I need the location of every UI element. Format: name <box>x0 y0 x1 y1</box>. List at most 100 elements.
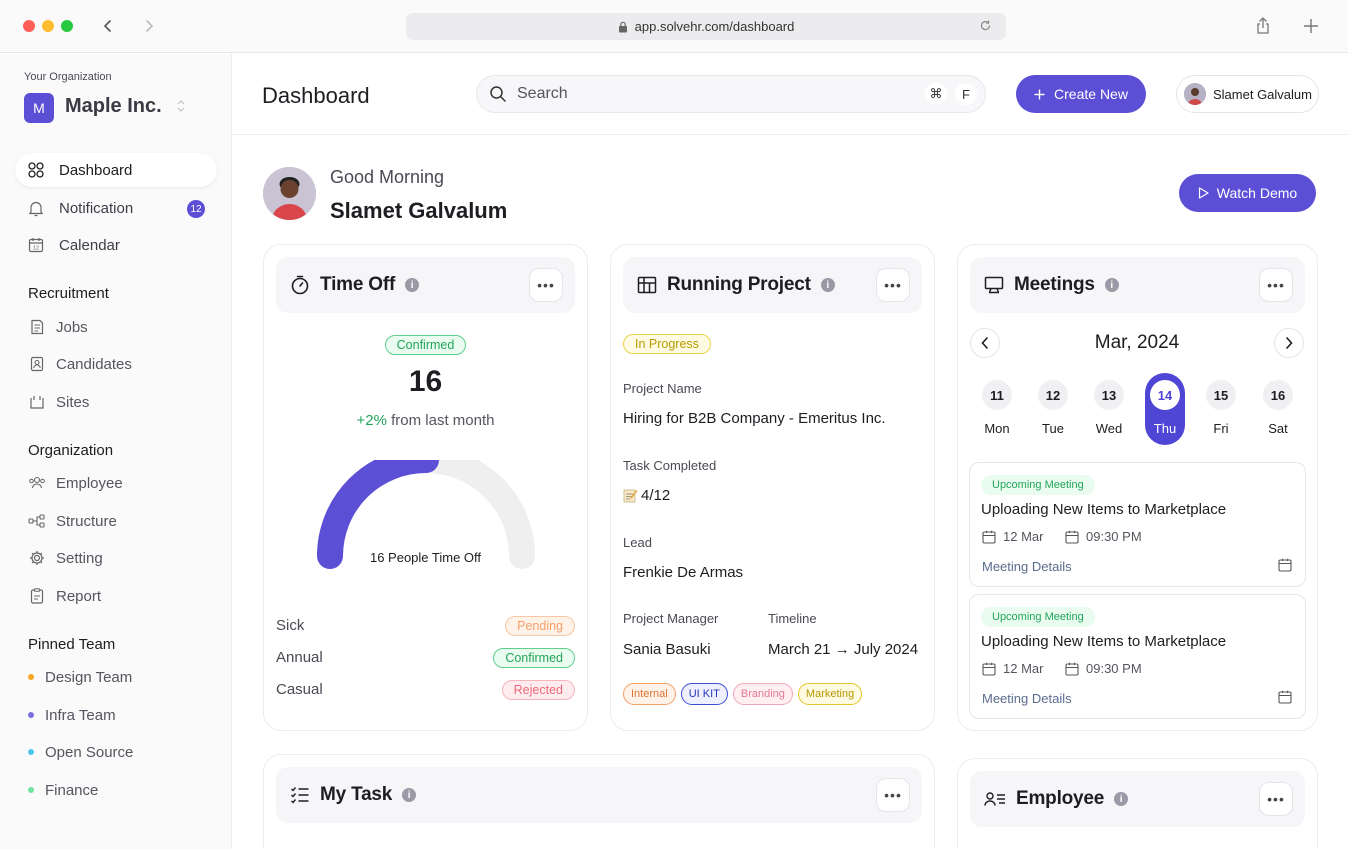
more-options-button[interactable]: ••• <box>876 778 910 812</box>
gear-icon <box>28 549 46 567</box>
calendar-day[interactable]: 11 Mon <box>977 373 1017 445</box>
meeting-time-text: 09:30 PM <box>1086 661 1142 676</box>
sidebar-item-finance[interactable]: Finance <box>28 775 218 805</box>
calendar-icon[interactable] <box>1278 690 1292 709</box>
sidebar-item-jobs[interactable]: Jobs <box>28 312 218 342</box>
chevron-right-icon <box>1286 337 1293 349</box>
meeting-item[interactable]: Upcoming Meeting Uploading New Items to … <box>969 594 1306 719</box>
sidebar-item-structure[interactable]: Structure <box>28 506 218 536</box>
forward-icon[interactable] <box>139 16 159 36</box>
meeting-details-link[interactable]: Meeting Details <box>982 559 1072 574</box>
calendar-day[interactable]: 16 Sat <box>1258 373 1298 445</box>
sidebar-item-calendar[interactable]: 12 Calendar <box>15 228 217 262</box>
calendar-day-selected[interactable]: 14 Thu <box>1145 373 1185 445</box>
sidebar-item-dashboard[interactable]: Dashboard <box>15 153 217 187</box>
share-icon[interactable] <box>1252 15 1274 37</box>
id-card-icon <box>28 355 46 373</box>
project-manager-label: Project Manager <box>623 611 719 626</box>
day-number: 15 <box>1206 380 1236 410</box>
status-badge: Pending <box>505 616 575 636</box>
next-month-button[interactable] <box>1274 328 1304 358</box>
more-options-button[interactable]: ••• <box>529 268 563 302</box>
sidebar-item-candidates[interactable]: Candidates <box>28 349 218 379</box>
tag[interactable]: Branding <box>732 683 793 705</box>
calendar-day[interactable]: 13 Wed <box>1089 373 1129 445</box>
card-title: Time Off <box>320 274 396 295</box>
day-number: 11 <box>982 380 1012 410</box>
project-name-value: Hiring for B2B Company - Emeritus Inc. <box>623 410 886 427</box>
day-name: Sat <box>1268 421 1288 436</box>
sidebar-item-label: Jobs <box>56 318 88 336</box>
top-header: Dashboard Search ⌘ F Create New Slamet G… <box>233 54 1348 135</box>
project-tags: Internal UI KIT Branding Marketing <box>623 683 867 705</box>
meeting-date-text: 12 Mar <box>1003 529 1044 544</box>
day-name: Tue <box>1042 421 1064 436</box>
meeting-time-text: 09:30 PM <box>1086 529 1142 544</box>
timeline-value: March 21 → July 2024 <box>768 641 919 658</box>
change-text: from last month <box>391 412 495 429</box>
reload-icon[interactable] <box>979 19 992 35</box>
address-bar[interactable]: app.solvehr.com/dashboard <box>406 13 1006 40</box>
info-icon[interactable]: i <box>405 278 420 292</box>
minimize-window-button[interactable] <box>42 20 54 32</box>
meeting-badge: Upcoming Meeting <box>981 475 1095 495</box>
team-color-dot <box>28 712 34 718</box>
organization-section-title: Organization <box>28 442 114 459</box>
sidebar-item-infra-team[interactable]: Infra Team <box>28 700 218 730</box>
tag[interactable]: UI KIT <box>680 683 728 705</box>
calendar-month: Mar, 2024 <box>1094 332 1180 353</box>
sidebar-item-sites[interactable]: Sites <box>28 387 218 417</box>
sidebar-item-report[interactable]: Report <box>28 581 218 611</box>
memo-icon <box>623 488 638 503</box>
sidebar-item-label: Setting <box>56 549 103 567</box>
calendar-icon[interactable] <box>1278 558 1292 577</box>
info-icon[interactable]: i <box>402 788 417 802</box>
close-window-button[interactable] <box>23 20 35 32</box>
org-switch-icon[interactable] <box>176 98 186 119</box>
info-icon[interactable]: i <box>1114 792 1129 806</box>
tag[interactable]: Internal <box>623 683 676 705</box>
meeting-title: Uploading New Items to Marketplace <box>981 501 1227 518</box>
org-name[interactable]: Maple Inc. <box>65 95 162 118</box>
back-icon[interactable] <box>98 16 118 36</box>
more-options-button[interactable]: ••• <box>876 268 910 302</box>
my-task-card: My Task i ••• <box>263 754 935 849</box>
lock-icon <box>618 21 628 33</box>
recruitment-section-title: Recruitment <box>28 285 109 302</box>
more-options-button[interactable]: ••• <box>1259 782 1293 816</box>
site-icon <box>28 393 46 411</box>
sidebar-item-employee[interactable]: Employee <box>28 468 218 498</box>
card-title: My Task <box>320 784 393 805</box>
search-input[interactable]: Search ⌘ F <box>476 75 986 113</box>
info-icon[interactable]: i <box>820 278 835 292</box>
sidebar-item-open-source[interactable]: Open Source <box>28 737 218 767</box>
sidebar-item-notification[interactable]: Notification 12 <box>15 191 217 225</box>
maximize-window-button[interactable] <box>61 20 73 32</box>
previous-month-button[interactable] <box>970 328 1000 358</box>
tag[interactable]: Marketing <box>797 683 863 705</box>
watch-demo-button[interactable]: Watch Demo <box>1179 174 1316 212</box>
more-options-button[interactable]: ••• <box>1259 268 1293 302</box>
sidebar-item-setting[interactable]: Setting <box>28 543 218 573</box>
calendar-day[interactable]: 12 Tue <box>1033 373 1073 445</box>
leave-type-label: Annual <box>276 649 323 666</box>
calendar-day[interactable]: 15 Fri <box>1201 373 1241 445</box>
meeting-item[interactable]: Upcoming Meeting Uploading New Items to … <box>969 462 1306 587</box>
chevron-left-icon <box>981 337 988 349</box>
running-project-card: Running Project i ••• In Progress Projec… <box>610 244 935 731</box>
status-badge: Confirmed <box>493 648 575 668</box>
avatar <box>263 167 316 220</box>
day-name: Mon <box>984 421 1010 436</box>
day-number: 16 <box>1263 380 1293 410</box>
meeting-date-text: 12 Mar <box>1003 661 1044 676</box>
meeting-title: Uploading New Items to Marketplace <box>981 633 1227 650</box>
meeting-details-link[interactable]: Meeting Details <box>982 691 1072 706</box>
sidebar-item-design-team[interactable]: Design Team <box>28 662 218 692</box>
new-tab-icon[interactable] <box>1300 15 1322 37</box>
grid-icon <box>27 161 45 179</box>
info-icon[interactable]: i <box>1104 278 1119 292</box>
user-menu-button[interactable]: Slamet Galvalum <box>1176 75 1319 113</box>
sidebar-item-label: Notification <box>59 199 134 217</box>
create-new-button[interactable]: Create New <box>1016 75 1146 113</box>
day-number: 14 <box>1150 380 1180 410</box>
